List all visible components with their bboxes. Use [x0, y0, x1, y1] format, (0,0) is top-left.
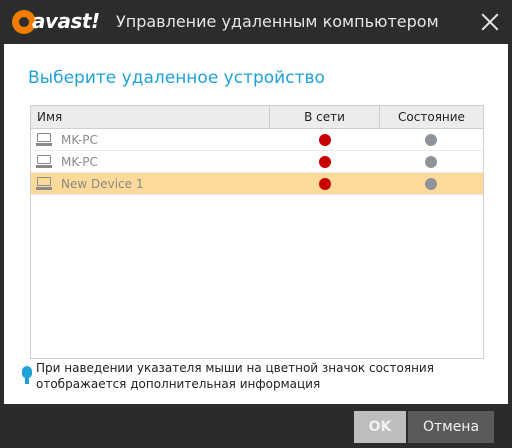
table-row-selected[interactable]: New Device 1 — [31, 173, 483, 195]
state-status-dot[interactable] — [425, 156, 437, 168]
device-name: MK-PC — [61, 155, 98, 169]
close-icon[interactable] — [474, 6, 506, 38]
state-status-dot[interactable] — [425, 134, 437, 146]
computer-icon — [36, 133, 52, 147]
device-table: Имя В сети Состояние MK-PC MK-PC New Dev… — [30, 105, 484, 359]
device-name: New Device 1 — [61, 177, 144, 191]
dialog-footer: OK Отмена — [0, 404, 512, 448]
state-status-dot[interactable] — [425, 178, 437, 190]
page-title: Выберите удаленное устройство — [28, 68, 325, 88]
title-bar: avast! Управление удаленным компьютером — [0, 0, 512, 44]
table-row[interactable]: MK-PC — [31, 129, 483, 151]
table-header: Имя В сети Состояние — [31, 106, 483, 129]
column-header-online[interactable]: В сети — [269, 106, 379, 128]
table-row[interactable]: MK-PC — [31, 151, 483, 173]
device-name: MK-PC — [61, 133, 98, 147]
avast-logo: avast! — [12, 9, 104, 35]
computer-icon — [36, 155, 52, 169]
column-header-state[interactable]: Состояние — [379, 106, 483, 128]
dialog-content: Выберите удаленное устройство Имя В сети… — [4, 44, 508, 404]
lightbulb-icon — [21, 366, 33, 386]
column-header-name[interactable]: Имя — [37, 106, 62, 128]
brand-text: avast! — [32, 9, 100, 33]
window-title: Управление удаленным компьютером — [116, 12, 439, 31]
online-status-dot[interactable] — [319, 156, 331, 168]
computer-icon — [36, 177, 52, 191]
hint-text: При наведении указателя мыши на цветной … — [36, 361, 434, 391]
online-status-dot[interactable] — [319, 134, 331, 146]
ok-button[interactable]: OK — [354, 411, 406, 443]
cancel-button[interactable]: Отмена — [408, 411, 494, 443]
online-status-dot[interactable] — [319, 178, 331, 190]
